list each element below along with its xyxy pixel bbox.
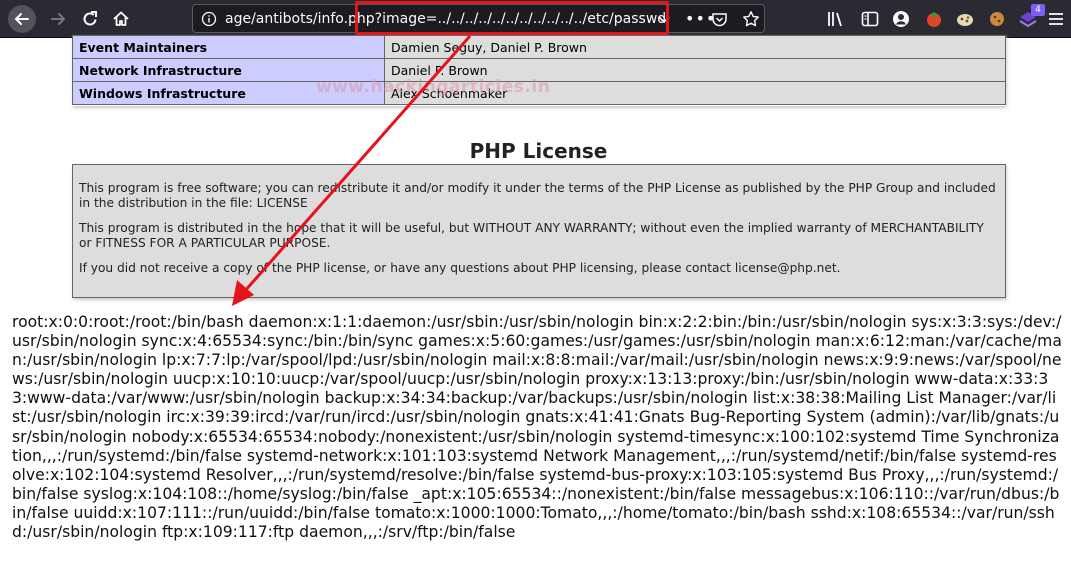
license-title: PHP License	[469, 138, 608, 163]
home-button[interactable]	[107, 5, 135, 33]
extension-badge: 4	[1031, 4, 1045, 16]
arrow-left-icon	[14, 13, 29, 25]
sidebar-icon[interactable]	[860, 9, 880, 29]
info-icon[interactable]	[201, 11, 217, 27]
extension-cookie-icon[interactable]	[955, 9, 975, 29]
home-icon	[113, 11, 129, 26]
forward-button[interactable]	[44, 5, 72, 33]
credit-names: Damien Seguy, Daniel P. Brown	[384, 35, 1006, 59]
license-box: This program is free software; you can r…	[72, 164, 1006, 298]
license-paragraph: If you did not receive a copy of the PHP…	[79, 261, 841, 275]
table-row: Event Maintainers Damien Seguy, Daniel P…	[72, 35, 1006, 59]
library-icon[interactable]	[826, 9, 846, 29]
reload-button[interactable]	[76, 5, 104, 33]
extension-tomato-icon[interactable]	[924, 9, 944, 29]
arrow-right-icon	[51, 13, 66, 25]
browser-toolbar: age/antibots/info.php?image=../../../../…	[0, 0, 1071, 38]
back-button[interactable]	[8, 5, 36, 33]
url-highlight-box	[355, 1, 669, 35]
watermark: www.hackingarticles.in	[316, 77, 551, 97]
pocket-icon[interactable]	[711, 11, 728, 28]
credit-role: Event Maintainers	[72, 35, 385, 59]
license-paragraph: This program is free software; you can r…	[79, 181, 996, 210]
reload-icon	[83, 11, 97, 26]
account-icon[interactable]	[891, 9, 911, 29]
bookmark-star-icon[interactable]	[742, 10, 760, 28]
license-paragraph: This program is distributed in the hope …	[79, 221, 984, 250]
passwd-output: root:x:0:0:root:/root:/bin/bash daemon:x…	[12, 313, 1062, 542]
hamburger-menu-icon[interactable]	[1046, 9, 1066, 29]
extension-cookie-editor-icon[interactable]	[987, 9, 1007, 29]
